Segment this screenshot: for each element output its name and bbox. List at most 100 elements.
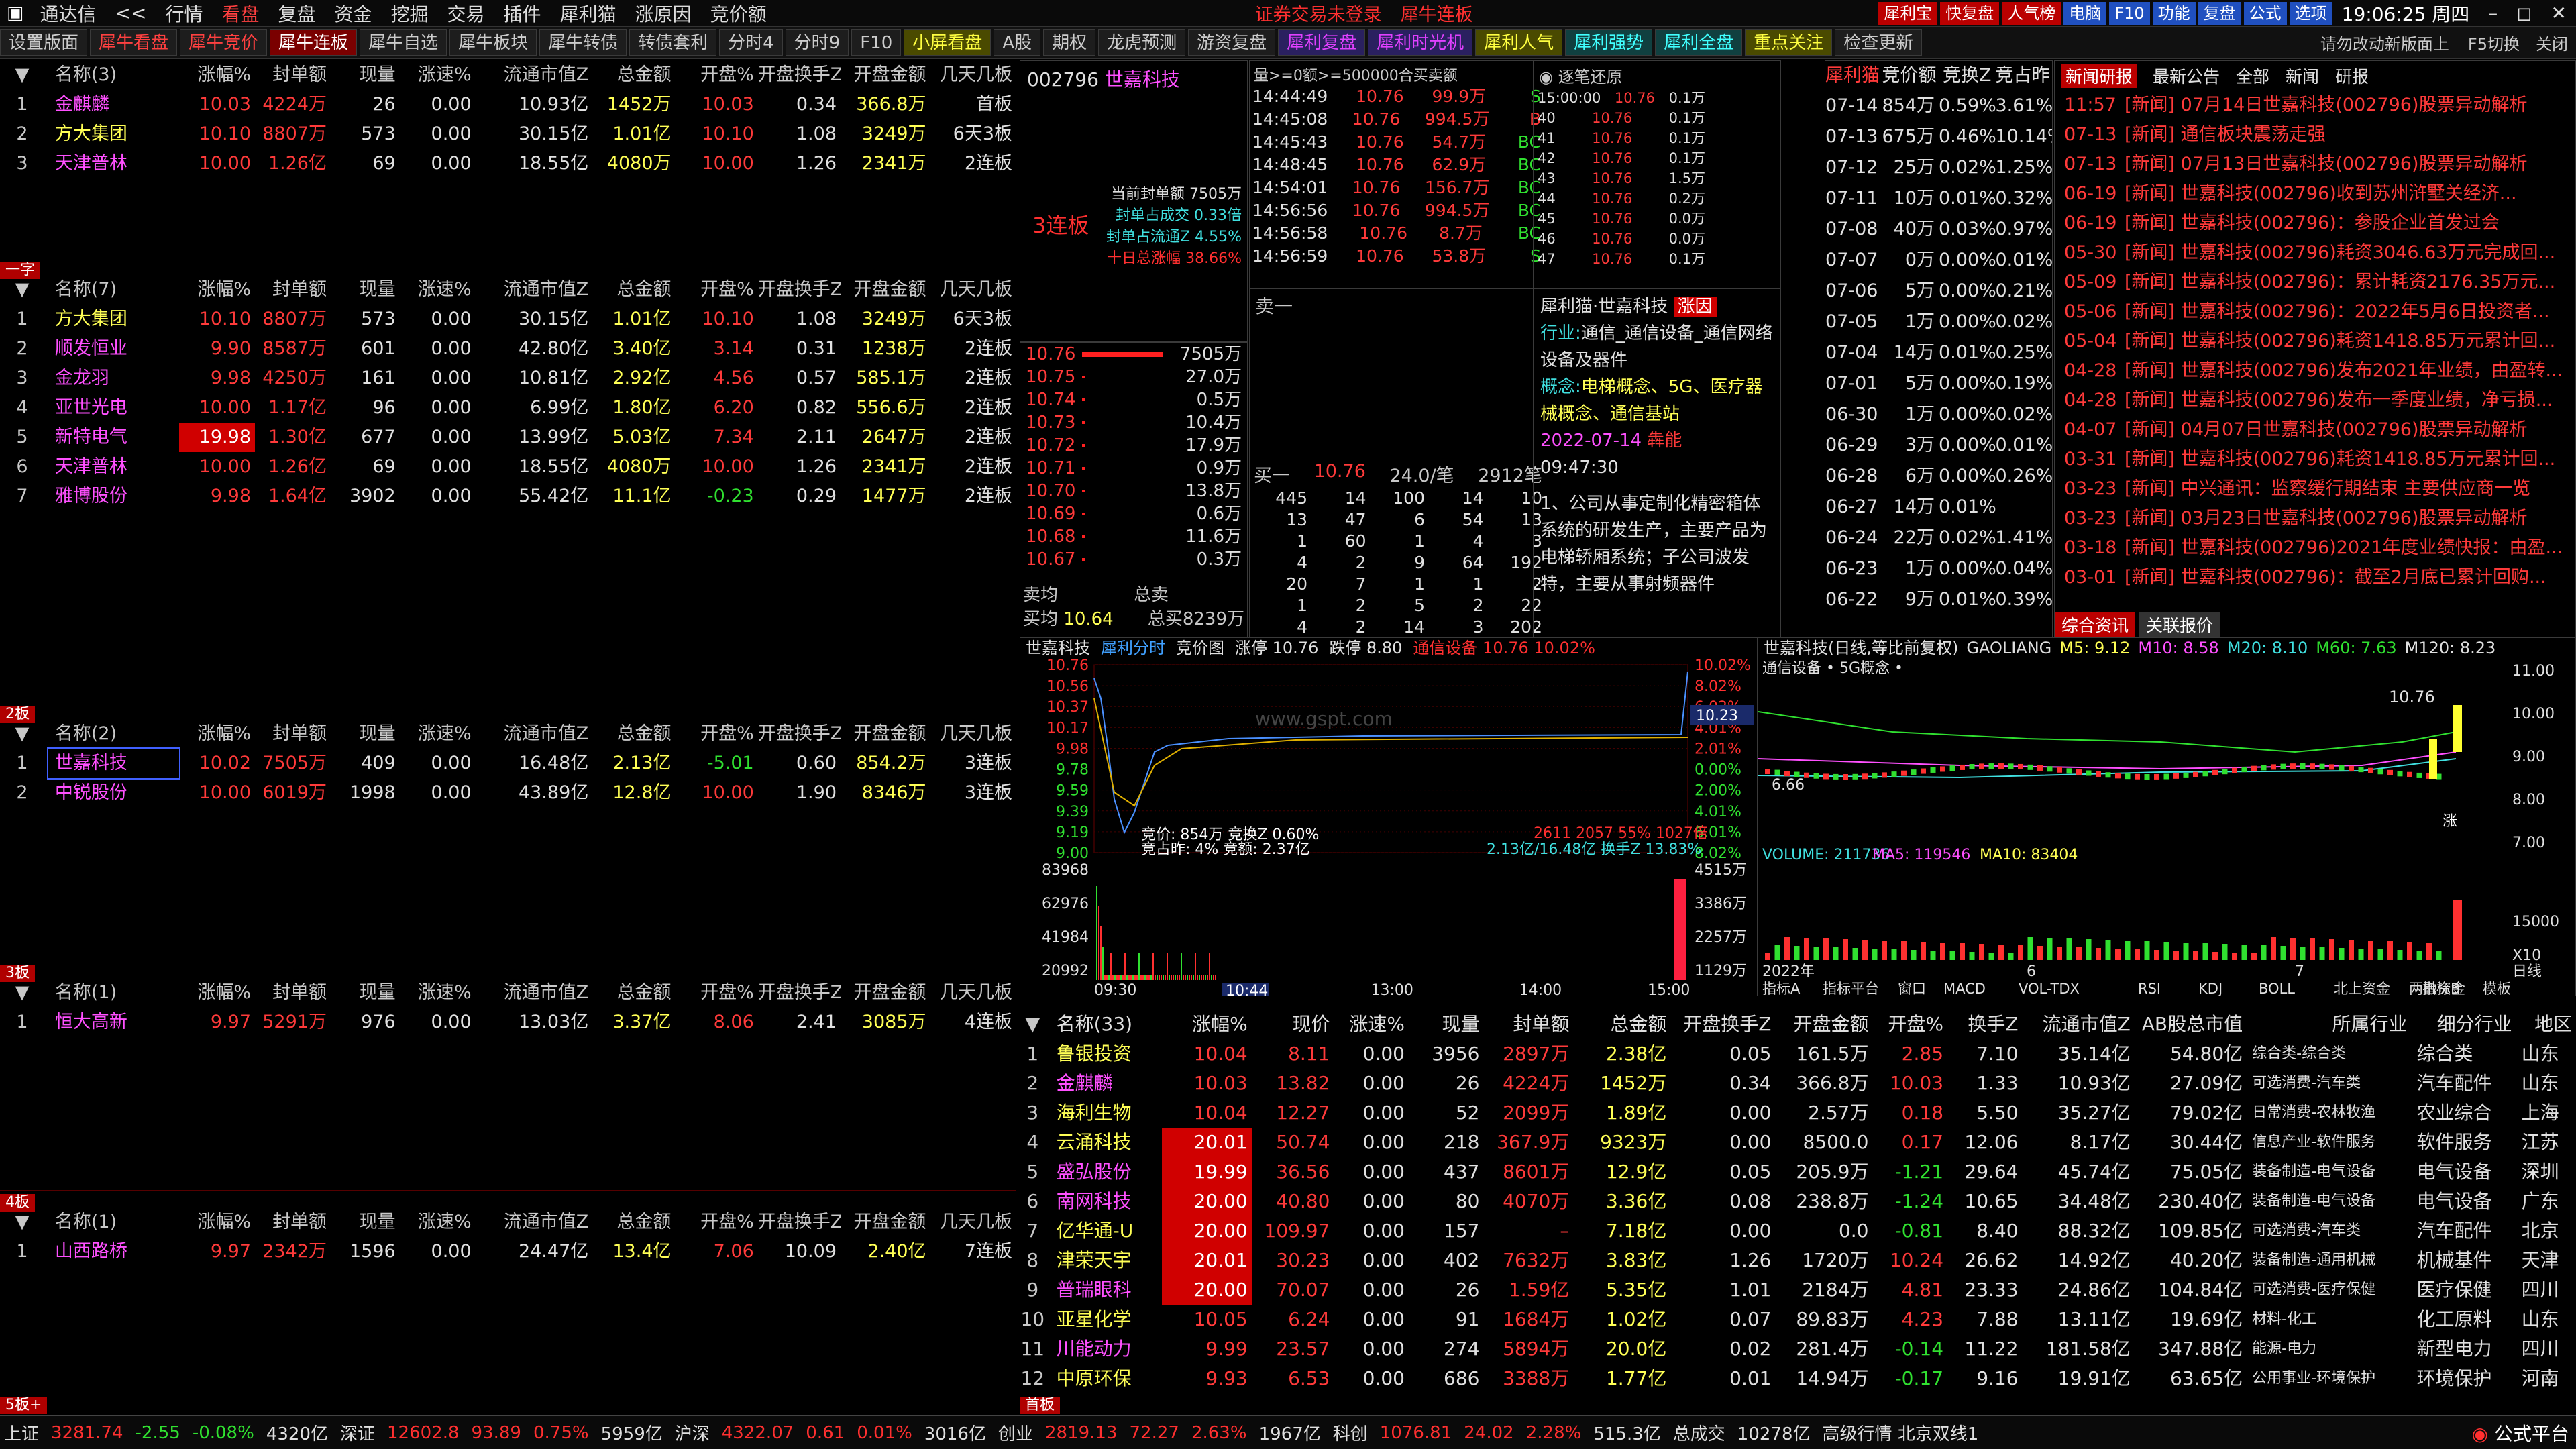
table-row[interactable]: 10 亚星化学 10.05 6.24 0.00 91 1684万 1.02亿 0.07 89.83… — [1020, 1305, 2576, 1334]
col-header[interactable]: 流通市值Z — [476, 275, 593, 305]
toolbar-button[interactable]: 选项 — [2289, 1, 2332, 25]
col-header[interactable]: 几天几板 — [930, 719, 1016, 749]
section-label[interactable]: 3板 — [0, 961, 1016, 982]
col-header[interactable]: 封单额 — [255, 1208, 331, 1237]
col-header[interactable]: 换手Z — [1947, 1010, 2023, 1039]
stock-name-cell[interactable]: 天津普林 — [48, 452, 179, 482]
reason-tag[interactable]: 涨因 — [1673, 297, 1717, 317]
table-row[interactable]: 6 南网科技 20.00 40.80 0.00 80 4070万 3.36亿 0.08 238.8… — [1020, 1187, 2576, 1216]
news-tab[interactable]: 研报 — [2335, 64, 2369, 88]
table-row[interactable]: 1 世嘉科技 10.02 7505万 409 0.00 16.48亿 2.13亿 -5.01 0.… — [0, 747, 1016, 780]
news-tab[interactable]: 新闻研报 — [2061, 64, 2137, 88]
auction-col-header[interactable]: 竞占昨 — [1996, 61, 2053, 91]
stock-name-cell[interactable]: 普瑞眼科 — [1050, 1275, 1162, 1305]
ask-level[interactable]: 10.74 0.5万 — [1020, 388, 1247, 411]
ask-level[interactable]: 10.67 0.3万 — [1020, 548, 1247, 571]
col-header[interactable]: 流通市值Z — [476, 719, 593, 749]
section-label[interactable]: 2板 — [0, 702, 1016, 723]
col-header[interactable]: 地区 — [2516, 1010, 2576, 1039]
stock-name-cell[interactable]: 中锐股份 — [48, 778, 179, 808]
tab-2[interactable]: 犀牛竞价 — [180, 29, 268, 56]
menu-item[interactable]: 交易 — [438, 0, 494, 26]
table-row[interactable]: 4 亚世光电 10.00 1.17亿 96 0.00 6.99亿 1.80亿 6.20 0.82 5… — [0, 393, 1016, 423]
col-header[interactable]: 名称(2) — [48, 719, 179, 749]
col-header[interactable]: 开盘换手Z — [758, 1208, 841, 1237]
col-header[interactable]: 封单额 — [1484, 1010, 1574, 1039]
stock-name-cell[interactable]: 海利生物 — [1050, 1098, 1162, 1128]
stock-name-cell[interactable]: 金麒麟 — [1050, 1069, 1162, 1098]
col-header[interactable]: 涨速% — [400, 275, 476, 305]
col-header[interactable]: 涨速% — [400, 978, 476, 1008]
stock-name-cell[interactable]: 津荣天宇 — [1050, 1246, 1162, 1275]
indicator-tab[interactable]: 指标B — [2422, 981, 2460, 996]
stock-name-cell[interactable]: 雅博股份 — [48, 482, 179, 511]
col-header[interactable]: 开盘换手Z — [758, 719, 841, 749]
table-row[interactable]: 2 顺发恒业 9.90 8587万 601 0.00 42.80亿 3.40亿 3.14 0.31… — [0, 334, 1016, 364]
stock-name-cell[interactable]: 世嘉科技 — [46, 747, 181, 780]
stock-name-cell[interactable]: 顺发恒业 — [48, 334, 179, 364]
toolbar-button[interactable]: F10 — [2109, 1, 2150, 25]
section-label[interactable]: 一字 — [0, 258, 1016, 279]
toolbar-button[interactable]: 复盘 — [2198, 1, 2241, 25]
ask-level[interactable]: 10.76 7505万 — [1020, 343, 1247, 366]
col-header[interactable]: 现量 — [331, 719, 400, 749]
table-row[interactable]: 1 方大集团 10.10 8807万 573 0.00 30.15亿 1.01亿 10.10 1.… — [0, 305, 1016, 334]
col-header[interactable]: 名称(3) — [48, 60, 179, 90]
intraday-chart[interactable]: 世嘉科技 犀利分时 竞价图 涨停 10.76 跌停 8.80 通信设备 10.76 10.… — [1020, 637, 1758, 996]
news-item[interactable]: 06-19 [新闻] 世嘉科技(002796)收到苏州浒墅关经济... — [2055, 179, 2575, 209]
stock-name-cell[interactable]: 盛弘股份 — [1050, 1157, 1162, 1187]
tab-6[interactable]: 犀牛转债 — [539, 29, 627, 56]
tab-11[interactable]: 小屏看盘 — [904, 29, 991, 56]
col-header[interactable]: 流通市值Z — [476, 60, 593, 90]
col-header[interactable]: 名称(1) — [48, 1208, 179, 1237]
table-row[interactable]: 5 盛弘股份 19.99 36.56 0.00 437 8601万 12.9亿 0.05 205.… — [1020, 1157, 2576, 1187]
stock-name-cell[interactable]: 恒大高新 — [48, 1008, 179, 1037]
tab-5[interactable]: 犀牛板块 — [449, 29, 537, 56]
tick-filter[interactable]: 量>=0额>=500000合买卖额 — [1250, 61, 1544, 88]
table-row[interactable]: 1 山西路桥 9.97 2342万 1596 0.00 24.47亿 13.4亿 7.06 10.… — [0, 1237, 1016, 1267]
tab-12[interactable]: A股 — [994, 29, 1041, 56]
tab-16[interactable]: 犀利复盘 — [1278, 29, 1366, 56]
col-header[interactable]: 封单额 — [255, 275, 331, 305]
news-item[interactable]: 03-23 [新闻] 03月23日世嘉科技(002796)股票异动解析 — [2055, 504, 2575, 533]
ask-level[interactable]: 10.71 0.9万 — [1020, 457, 1247, 480]
tab-1[interactable]: 犀牛看盘 — [90, 29, 178, 56]
tab-8[interactable]: 分时4 — [719, 29, 783, 56]
ask-level[interactable]: 10.69 0.6万 — [1020, 502, 1247, 525]
maximize-icon[interactable]: ◻ — [2507, 2, 2541, 24]
indicator-tab[interactable]: BOLL — [2259, 981, 2295, 996]
col-header[interactable]: 几天几板 — [930, 275, 1016, 305]
col-header[interactable]: 现量 — [331, 60, 400, 90]
sort-icon[interactable]: ▼ — [0, 60, 48, 90]
col-header[interactable]: 开盘% — [676, 275, 758, 305]
news-item[interactable]: 07-13 [新闻] 07月13日世嘉科技(002796)股票异动解析 — [2055, 150, 2575, 179]
news-item[interactable]: 03-01 [新闻] 世嘉科技(002796)：截至2月底已累计回购... — [2055, 563, 2575, 592]
table-row[interactable]: 4 云涌科技 20.01 50.74 0.00 218 367.9万 9323万 0.00 850… — [1020, 1128, 2576, 1157]
col-header[interactable]: 现量 — [331, 275, 400, 305]
col-header[interactable]: 封单额 — [255, 719, 331, 749]
col-header[interactable]: 现价 — [1252, 1010, 1334, 1039]
col-header[interactable]: 名称(7) — [48, 275, 179, 305]
col-header[interactable]: 封单额 — [255, 60, 331, 90]
col-header[interactable]: AB股总市值 — [2135, 1010, 2247, 1039]
col-header[interactable]: 开盘换手Z — [758, 978, 841, 1008]
table-row[interactable]: 1 金麒麟 10.03 4224万 26 0.00 10.93亿 1452万 10.03 0.34… — [0, 90, 1016, 119]
news-item[interactable]: 07-13 [新闻] 通信板块震荡走强 — [2055, 120, 2575, 150]
col-header[interactable]: 名称(1) — [48, 978, 179, 1008]
collapse-arrows[interactable]: << — [106, 2, 156, 24]
table-row[interactable]: 3 金龙羽 9.98 4250万 161 0.00 10.81亿 2.92亿 4.56 0.57 5… — [0, 364, 1016, 393]
indicator-tab[interactable]: RSI — [2138, 981, 2161, 996]
toolbar-button[interactable]: 人气榜 — [2002, 1, 2061, 25]
col-header[interactable]: 涨幅% — [1162, 1010, 1252, 1039]
table-row[interactable]: 5 新特电气 19.98 1.30亿 677 0.00 13.99亿 5.03亿 7.34 2.1… — [0, 423, 1016, 452]
auction-col-header[interactable]: 竞换Z — [1939, 61, 1996, 91]
tab-18[interactable]: 犀利人气 — [1475, 29, 1563, 56]
col-header[interactable]: 开盘换手Z — [1670, 1010, 1775, 1039]
f5-switch-button[interactable]: F5切换 — [2460, 31, 2528, 54]
indicator-tab[interactable]: KDJ — [2198, 981, 2222, 996]
col-header[interactable]: 涨速% — [400, 1208, 476, 1237]
table-row[interactable]: 8 津荣天宇 20.01 30.23 0.00 402 7632万 3.83亿 1.26 1720… — [1020, 1246, 2576, 1275]
col-header[interactable]: 开盘% — [676, 60, 758, 90]
col-header[interactable]: 几天几板 — [930, 60, 1016, 90]
col-header[interactable]: 开盘% — [676, 719, 758, 749]
